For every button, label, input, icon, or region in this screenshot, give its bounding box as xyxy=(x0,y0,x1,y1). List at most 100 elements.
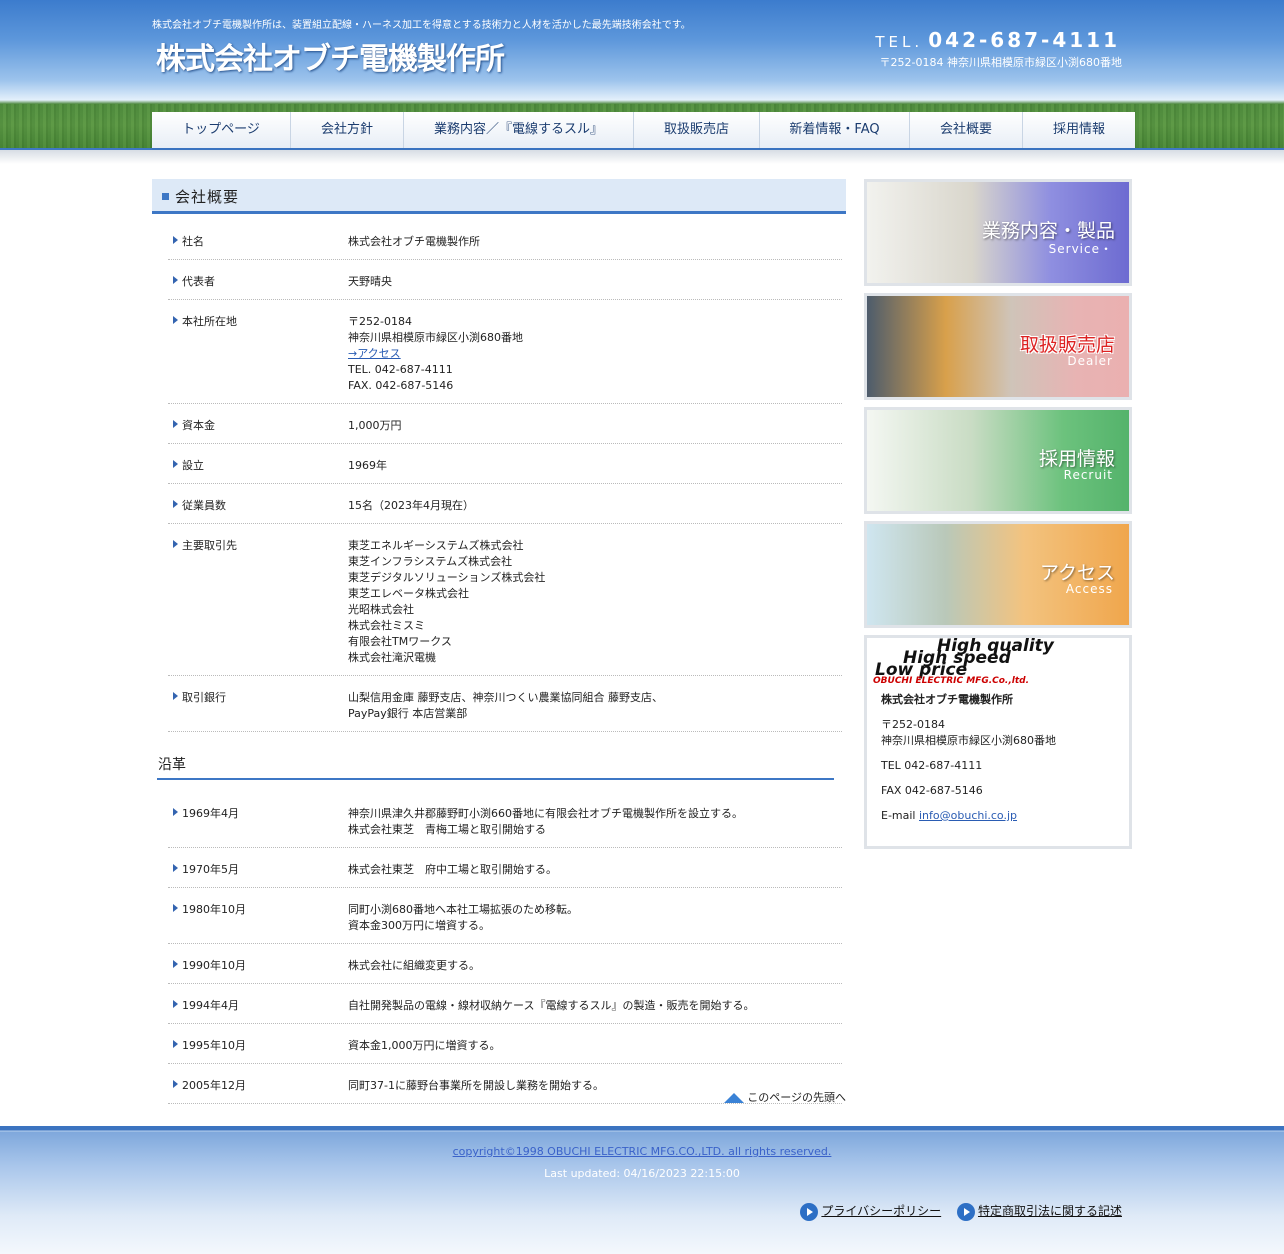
hq-postal: 〒252-0184 xyxy=(348,315,412,328)
nav-item-top[interactable]: トップページ xyxy=(152,112,291,148)
nav-item-recruit[interactable]: 採用情報 xyxy=(1023,112,1135,148)
banner-subtitle: Service・ xyxy=(1048,242,1113,256)
info-value: 東芝エネルギーシステムズ株式会社 東芝インフラシステムズ株式会社 東芝デジタルソ… xyxy=(348,538,842,666)
history-text: 株式会社東芝 府中工場と取引開始する。 xyxy=(348,862,842,878)
nav-item-business[interactable]: 業務内容／『電線するスル』 xyxy=(404,112,634,148)
arrow-circle-icon xyxy=(956,1202,975,1221)
tel-label: TEL. xyxy=(875,33,924,51)
main-nav: トップページ 会社方針 業務内容／『電線するスル』 取扱販売店 新着情報・FAQ… xyxy=(152,112,1135,150)
info-label: 資本金 xyxy=(168,418,348,434)
client-item: 東芝エレベータ株式会社 xyxy=(348,587,469,600)
slogan-company: OBUCHI ELECTRIC MFG.Co.,ltd. xyxy=(873,676,1030,686)
bank-line: 山梨信用金庫 藤野支店、神奈川つくい農業協同組合 藤野支店、 xyxy=(348,691,663,704)
email-link[interactable]: info@obuchi.co.jp xyxy=(919,809,1017,822)
privacy-policy-link[interactable]: プライバシーポリシー xyxy=(821,1204,941,1218)
info-label: 従業員数 xyxy=(168,498,348,514)
info-value: 15名（2023年4月現在） xyxy=(348,499,474,512)
history-title: 沿革 xyxy=(157,754,834,780)
client-item: 有限会社TMワークス xyxy=(348,635,452,648)
card-fax: FAX 042-687-5146 xyxy=(881,784,983,797)
info-label: 主要取引先 xyxy=(168,538,348,666)
history-text: 同町小渕680番地へ本社工場拡張のため移転。 資本金300万円に増資する。 xyxy=(348,902,842,934)
company-card: High quality High speed Low price OBUCHI… xyxy=(864,635,1132,849)
page-title-text: 会社概要 xyxy=(175,188,240,206)
history-text: 神奈川県津久井郡藤野町小渕660番地に有限会社オブチ電機製作所を設立する。 株式… xyxy=(348,806,842,838)
nav-item-policy[interactable]: 会社方針 xyxy=(291,112,404,148)
client-item: 株式会社滝沢電機 xyxy=(348,651,436,664)
info-row-name: 社名 株式会社オブチ電機製作所 xyxy=(168,220,842,260)
nav-item-company[interactable]: 会社概要 xyxy=(910,112,1023,148)
nav-item-dealers[interactable]: 取扱販売店 xyxy=(634,112,760,148)
page-title: 会社概要 xyxy=(152,179,846,214)
banner-subtitle: Access xyxy=(1065,582,1113,596)
site-logo[interactable]: 株式会社オブチ電機製作所 xyxy=(156,34,505,78)
header-address: 〒252-0184 神奈川県相模原市緑区小渕680番地 xyxy=(879,56,1122,69)
info-value: 〒252-0184 神奈川県相模原市緑区小渕680番地 →アクセス TEL. 0… xyxy=(348,314,842,394)
title-square-icon xyxy=(162,193,169,200)
back-to-top-link[interactable]: このページの先頭へ xyxy=(724,1089,846,1105)
history-row: 1990年10月 株式会社に組織変更する。 xyxy=(168,944,842,984)
history-row: 1994年4月 自社開発製品の電線・線材収納ケース『電線するスル』の製造・販売を… xyxy=(168,984,842,1024)
tel-number: 042-687-4111 xyxy=(928,28,1120,52)
nav-shadow xyxy=(0,150,1284,164)
history-line: 株式会社に組織変更する。 xyxy=(348,959,480,972)
info-value: 株式会社オブチ電機製作所 xyxy=(348,235,480,248)
history-text: 自社開発製品の電線・線材収納ケース『電線するスル』の製造・販売を開始する。 xyxy=(348,998,842,1014)
sidebar: 業務内容・製品 Service・ 取扱販売店 Dealer 採用情報 Recru… xyxy=(864,179,1132,849)
back-to-top-label: このページの先頭へ xyxy=(747,1091,846,1104)
card-tel: TEL 042-687-4111 xyxy=(881,759,983,772)
client-item: 東芝デジタルソリューションズ株式会社 xyxy=(348,571,546,584)
hq-address: 神奈川県相模原市緑区小渕680番地 xyxy=(348,331,523,344)
arrow-circle-icon xyxy=(800,1202,819,1221)
tokutei-link[interactable]: 特定商取引法に関する記述 xyxy=(978,1204,1122,1218)
client-item: 東芝エネルギーシステムズ株式会社 xyxy=(348,539,524,552)
history-date: 1969年4月 xyxy=(168,806,348,838)
banner-title: アクセス xyxy=(1039,562,1115,584)
info-label: 代表者 xyxy=(168,274,348,290)
history-line: 資本金300万円に増資する。 xyxy=(348,919,490,932)
history-line: 同町小渕680番地へ本社工場拡張のため移転。 xyxy=(348,903,578,916)
history-line: 資本金1,000万円に増資する。 xyxy=(348,1039,501,1052)
history-date: 1990年10月 xyxy=(168,958,348,974)
main-content: 会社概要 社名 株式会社オブチ電機製作所 代表者 天野晴央 本社所在地 〒252… xyxy=(152,179,846,1104)
info-label: 社名 xyxy=(168,234,348,250)
history-row: 1969年4月 神奈川県津久井郡藤野町小渕660番地に有限会社オブチ電機製作所を… xyxy=(168,792,842,848)
info-label: 取引銀行 xyxy=(168,690,348,722)
history-line: 株式会社東芝 府中工場と取引開始する。 xyxy=(348,863,557,876)
site-footer: copyright©1998 OBUCHI ELECTRIC MFG.CO.,L… xyxy=(0,1126,1284,1254)
banner-title: 採用情報 xyxy=(1038,448,1115,470)
card-company-name: 株式会社オブチ電機製作所 xyxy=(881,693,1013,706)
banner-recruit[interactable]: 採用情報 Recruit xyxy=(864,407,1132,514)
banner-dealer[interactable]: 取扱販売店 Dealer xyxy=(864,293,1132,400)
history-line: 神奈川県津久井郡藤野町小渕660番地に有限会社オブチ電機製作所を設立する。 xyxy=(348,807,743,820)
info-label: 本社所在地 xyxy=(168,314,348,394)
info-row-representative: 代表者 天野晴央 xyxy=(168,260,842,300)
info-row-headquarters: 本社所在地 〒252-0184 神奈川県相模原市緑区小渕680番地 →アクセス … xyxy=(168,300,842,404)
banner-service[interactable]: 業務内容・製品 Service・ xyxy=(864,179,1132,286)
history-table: 1969年4月 神奈川県津久井郡藤野町小渕660番地に有限会社オブチ電機製作所を… xyxy=(168,792,842,1104)
history-row: 1980年10月 同町小渕680番地へ本社工場拡張のため移転。 資本金300万円… xyxy=(168,888,842,944)
footer-links: プライバシーポリシー 特定商取引法に関する記述 xyxy=(800,1202,1122,1221)
banner-access[interactable]: アクセス Access xyxy=(864,521,1132,628)
banner-subtitle: Dealer xyxy=(1067,354,1113,368)
nav-item-news-faq[interactable]: 新着情報・FAQ xyxy=(760,112,910,148)
copyright-link[interactable]: copyright©1998 OBUCHI ELECTRIC MFG.CO.,L… xyxy=(453,1145,832,1158)
info-label: 設立 xyxy=(168,458,348,474)
banner-title: 取扱販売店 xyxy=(1019,334,1115,356)
history-row: 1995年10月 資本金1,000万円に増資する。 xyxy=(168,1024,842,1064)
hq-tel: TEL. 042-687-4111 xyxy=(348,363,453,376)
header-tagline: 株式会社オブチ電機製作所は、装置組立配線・ハーネス加工を得意とする技術力と人材を… xyxy=(152,20,691,31)
copyright: copyright©1998 OBUCHI ELECTRIC MFG.CO.,L… xyxy=(0,1145,1284,1158)
up-arrow-icon xyxy=(724,1093,745,1103)
access-link[interactable]: →アクセス xyxy=(348,347,401,360)
company-info-table: 社名 株式会社オブチ電機製作所 代表者 天野晴央 本社所在地 〒252-0184… xyxy=(168,220,842,732)
banner-subtitle: Recruit xyxy=(1063,468,1113,482)
hq-fax: FAX. 042-687-5146 xyxy=(348,379,454,392)
history-date: 1970年5月 xyxy=(168,862,348,878)
history-row: 1970年5月 株式会社東芝 府中工場と取引開始する。 xyxy=(168,848,842,888)
history-date: 1994年4月 xyxy=(168,998,348,1014)
history-date: 1980年10月 xyxy=(168,902,348,934)
last-updated: Last updated: 04/16/2023 22:15:00 xyxy=(544,1167,740,1180)
history-line: 自社開発製品の電線・線材収納ケース『電線するスル』の製造・販売を開始する。 xyxy=(348,999,755,1012)
history-date: 1995年10月 xyxy=(168,1038,348,1054)
